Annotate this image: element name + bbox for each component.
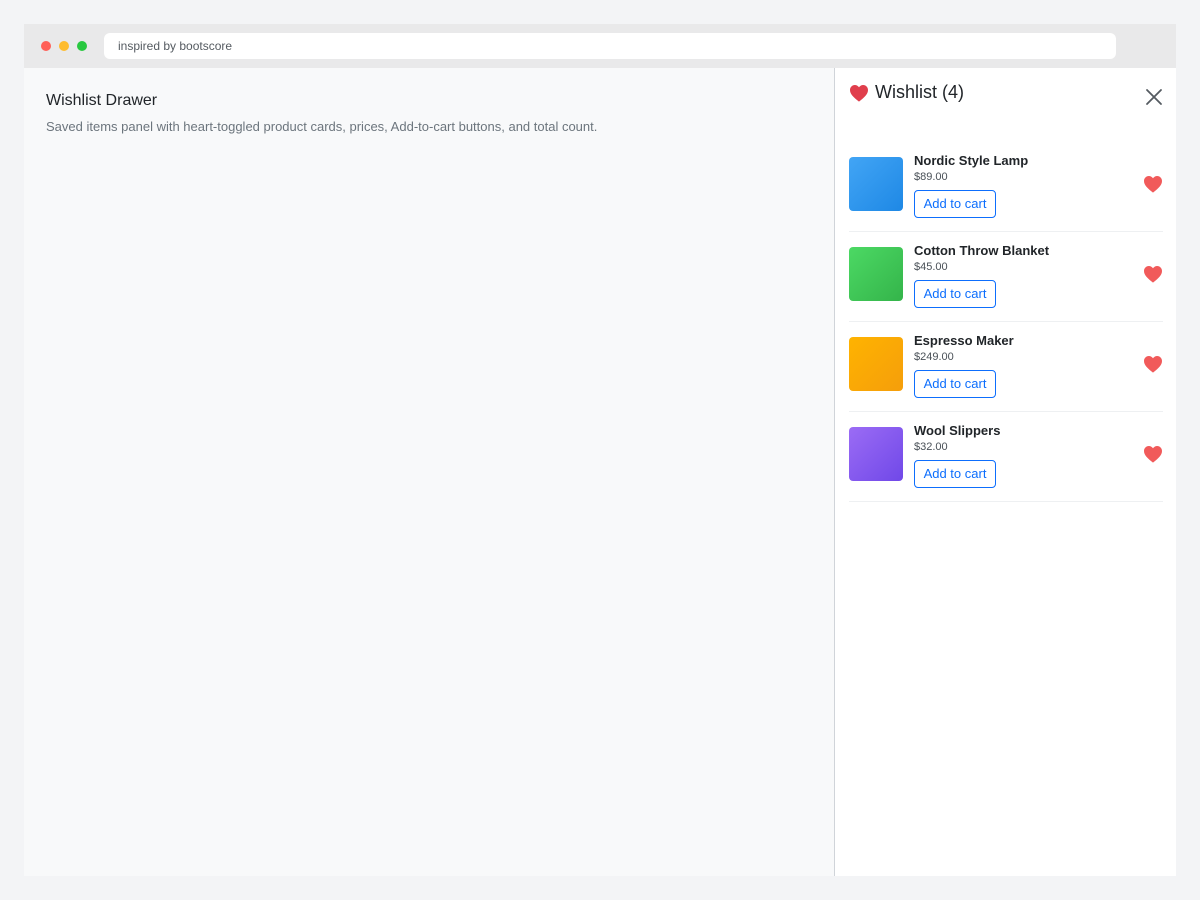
wishlist-item: Espresso Maker $249.00 Add to cart xyxy=(849,322,1163,412)
product-thumbnail[interactable] xyxy=(849,337,903,391)
product-price: $249.00 xyxy=(914,351,954,363)
product-price: $45.00 xyxy=(914,261,948,273)
heart-icon[interactable] xyxy=(1143,265,1163,283)
browser-titlebar: inspired by bootscore xyxy=(24,24,1176,68)
product-thumbnail[interactable] xyxy=(849,157,903,211)
heart-icon[interactable] xyxy=(1143,175,1163,193)
wishlist-item: Wool Slippers $32.00 Add to cart xyxy=(849,412,1163,502)
add-to-cart-button[interactable]: Add to cart xyxy=(914,370,996,398)
add-to-cart-button[interactable]: Add to cart xyxy=(914,190,996,218)
close-icon[interactable] xyxy=(1143,86,1165,108)
heart-icon xyxy=(850,84,868,102)
add-to-cart-button[interactable]: Add to cart xyxy=(914,280,996,308)
heart-icon[interactable] xyxy=(1143,355,1163,373)
product-price: $89.00 xyxy=(914,171,948,183)
wishlist-item: Cotton Throw Blanket $45.00 Add to cart xyxy=(849,232,1163,322)
product-name[interactable]: Cotton Throw Blanket xyxy=(914,243,1049,258)
wishlist-drawer: Wishlist (4) Nordic Style Lamp $89.00 Ad… xyxy=(834,68,1176,876)
drawer-header: Wishlist (4) xyxy=(835,68,1176,124)
product-name[interactable]: Wool Slippers xyxy=(914,423,1000,438)
close-window-dot[interactable] xyxy=(41,41,51,51)
heart-icon[interactable] xyxy=(1143,445,1163,463)
wishlist-items: Nordic Style Lamp $89.00 Add to cart Cot… xyxy=(849,142,1163,502)
page-title: Wishlist Drawer xyxy=(46,92,158,109)
product-name[interactable]: Nordic Style Lamp xyxy=(914,153,1028,168)
browser-window: inspired by bootscore Wishlist Drawer Sa… xyxy=(24,24,1176,876)
maximize-window-dot[interactable] xyxy=(77,41,87,51)
product-thumbnail[interactable] xyxy=(849,427,903,481)
product-price: $32.00 xyxy=(914,441,948,453)
product-name[interactable]: Espresso Maker xyxy=(914,333,1014,348)
wishlist-item: Nordic Style Lamp $89.00 Add to cart xyxy=(849,142,1163,232)
page-description: Saved items panel with heart-toggled pro… xyxy=(46,119,598,134)
drawer-title: Wishlist (4) xyxy=(875,82,964,102)
address-bar[interactable]: inspired by bootscore xyxy=(104,33,1116,59)
minimize-window-dot[interactable] xyxy=(59,41,69,51)
page-content: Wishlist Drawer Saved items panel with h… xyxy=(24,68,834,876)
product-thumbnail[interactable] xyxy=(849,247,903,301)
add-to-cart-button[interactable]: Add to cart xyxy=(914,460,996,488)
